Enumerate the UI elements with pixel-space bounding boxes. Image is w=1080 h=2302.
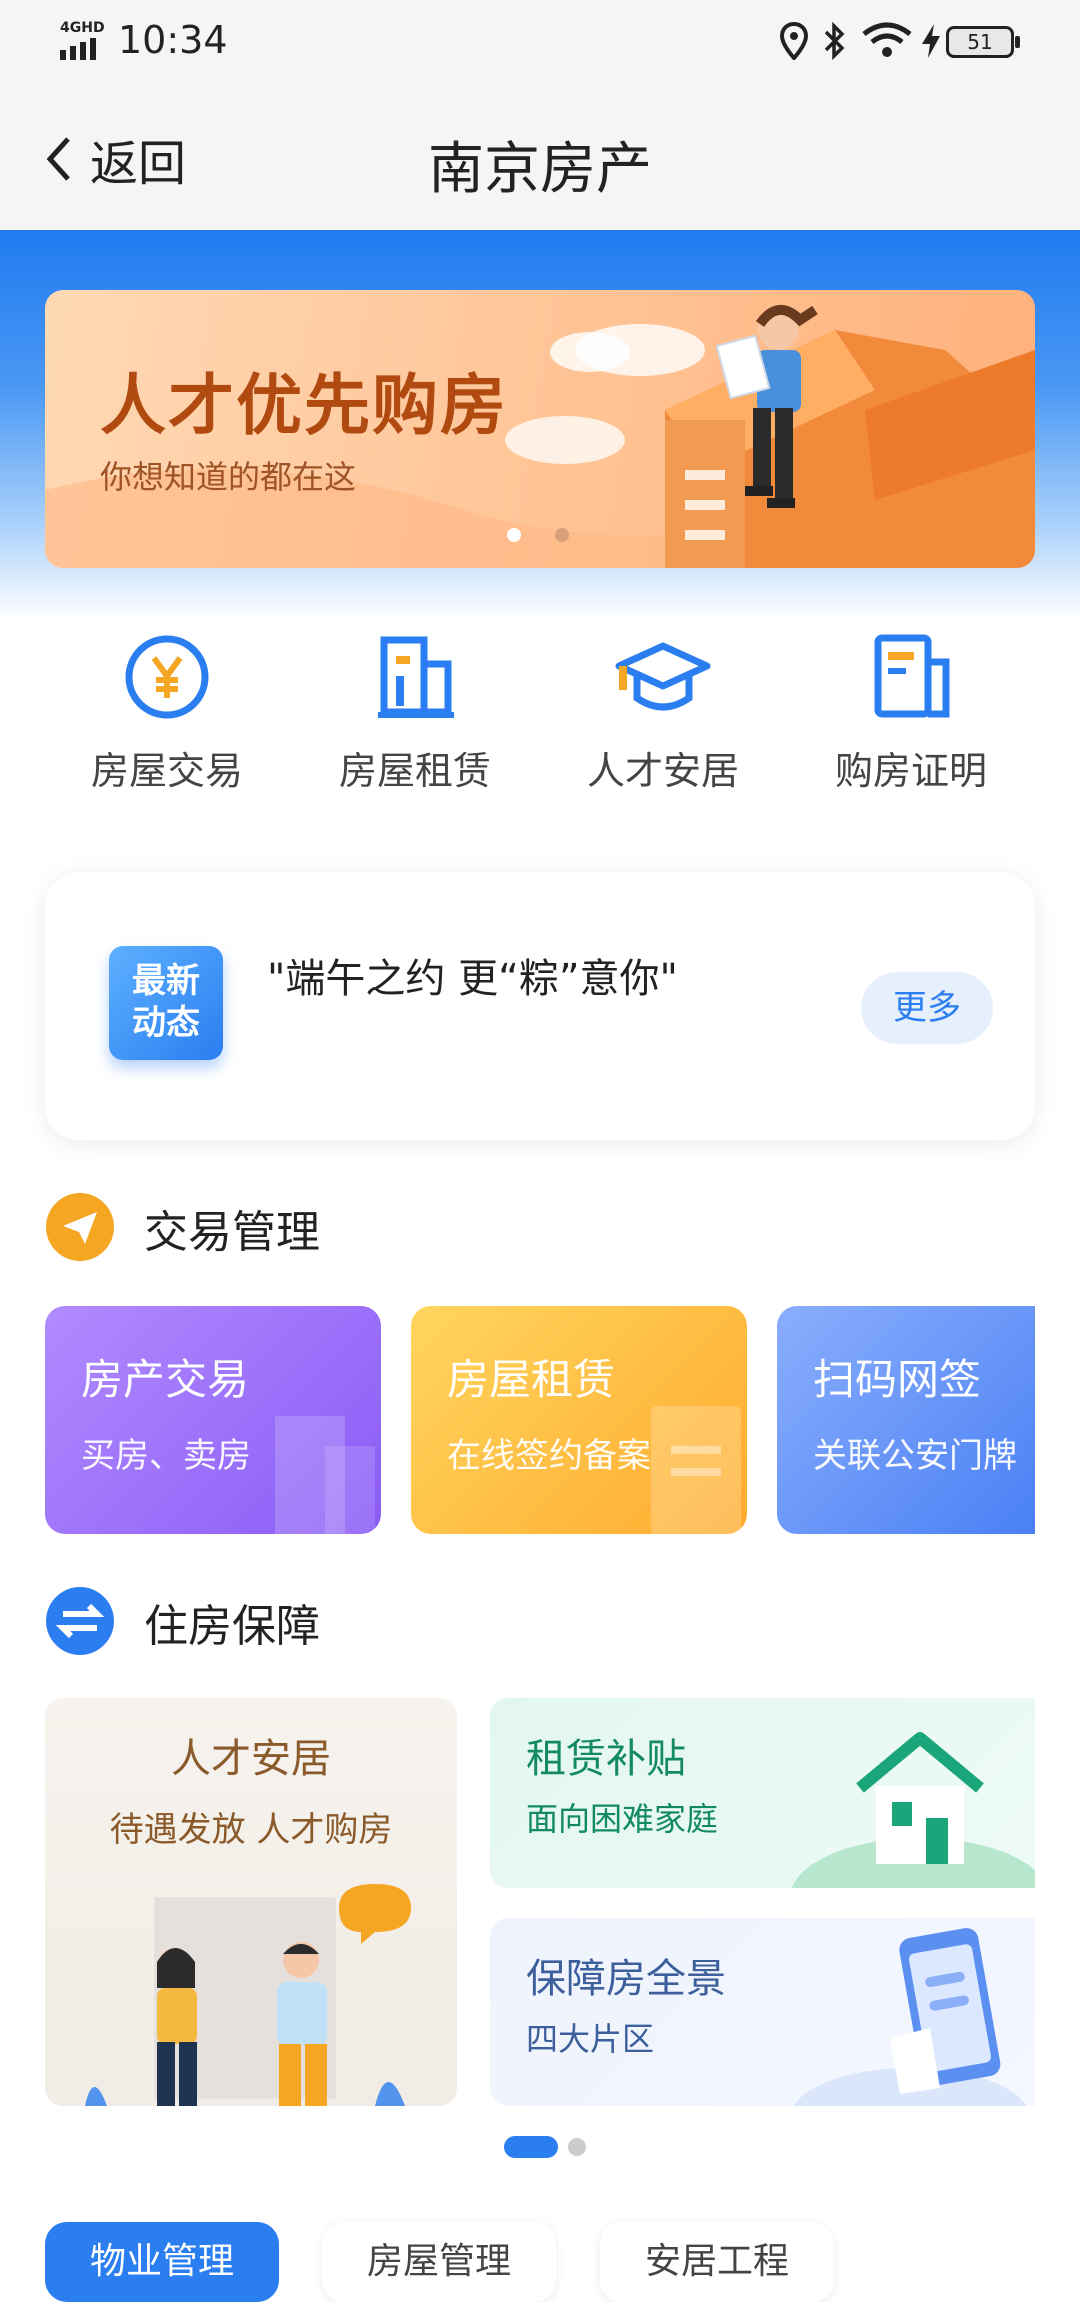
pager-dot-active[interactable] — [504, 2136, 558, 2158]
housing-panorama-card[interactable]: 保障房全景 四大片区 — [490, 1918, 1035, 2106]
clock: 10:34 — [118, 18, 228, 62]
card-title: 租赁补贴 — [526, 1736, 686, 1782]
building-icon — [378, 636, 454, 718]
carousel-dot-active[interactable] — [507, 528, 521, 542]
banner-title: 人才优先购房 — [100, 367, 508, 444]
quick-link-label: 房屋租赁 — [338, 749, 491, 793]
trade-section-title: 交易管理 — [144, 1207, 320, 1258]
battery-icon: 51 — [946, 26, 1014, 58]
phone-list-icon — [793, 1928, 1027, 2106]
navigation-bar: 返回 南京房产 — [0, 82, 1080, 230]
back-button[interactable]: 返回 — [44, 124, 186, 194]
tab-housing-management[interactable]: 房屋管理 — [322, 2222, 556, 2302]
news-card[interactable]: 最新 动态 "端午之约 更“粽”意你" 更多 — [45, 872, 1035, 1140]
card-subtitle: 关联公安门牌 — [813, 1436, 1017, 1476]
quick-link-label: 购房证明 — [834, 749, 987, 793]
talent-housing-card[interactable]: 人才安居 待遇发放 人才购房 — [45, 1698, 457, 2106]
quick-link-certificate[interactable]: 购房证明 — [786, 632, 1036, 795]
paper-plane-icon — [46, 1193, 114, 1261]
back-label: 返回 — [90, 136, 187, 192]
quick-link-rental[interactable]: 房屋租赁 — [290, 632, 540, 795]
tab-property-management[interactable]: 物业管理 — [45, 2222, 279, 2302]
card-title: 房产交易 — [81, 1355, 250, 1404]
signal-icon — [60, 38, 104, 60]
graduation-cap-icon — [615, 642, 711, 711]
card-title: 人才安居 — [171, 1736, 331, 1782]
location-icon — [779, 21, 809, 64]
bluetooth-icon — [822, 21, 846, 64]
wifi-icon — [862, 22, 912, 62]
card-subtitle: 四大片区 — [526, 2020, 655, 2058]
quick-link-label: 人才安居 — [586, 749, 739, 793]
quick-link-label: 房屋交易 — [90, 749, 243, 793]
pager-dot[interactable] — [568, 2138, 586, 2156]
trade-section-icon — [45, 1192, 115, 1266]
chevron-left-icon — [46, 137, 70, 181]
people-illustration — [85, 1884, 411, 2106]
network-indicator: 4GHD — [60, 20, 105, 36]
document-icon — [874, 634, 950, 718]
banner-subtitle: 你想知道的都在这 — [100, 458, 357, 496]
trade-card-scan-sign[interactable]: 扫码网签 关联公安门牌 — [777, 1306, 1035, 1534]
house-icon — [791, 1732, 1035, 1888]
housing-section-icon — [45, 1586, 115, 1660]
news-badge-line2: 动态 — [132, 1003, 200, 1043]
more-button[interactable]: 更多 — [861, 972, 993, 1044]
housing-section-title: 住房保障 — [144, 1601, 320, 1652]
quick-link-talent[interactable]: 人才安居 — [538, 632, 788, 795]
news-badge: 最新 动态 — [109, 946, 223, 1060]
card-title: 房屋租赁 — [447, 1355, 616, 1404]
battery-tip — [1015, 36, 1020, 48]
card-title: 保障房全景 — [526, 1956, 726, 2002]
yen-coin-icon — [125, 635, 209, 719]
trade-card-rental[interactable]: 房屋租赁 在线签约备案 — [411, 1306, 747, 1534]
card-subtitle: 买房、卖房 — [81, 1436, 251, 1476]
card-subtitle: 面向困难家庭 — [526, 1800, 719, 1838]
quick-link-trade[interactable]: 房屋交易 — [42, 632, 292, 795]
news-badge-line1: 最新 — [132, 961, 200, 1001]
rent-subsidy-card[interactable]: 租赁补贴 面向困难家庭 — [490, 1698, 1035, 1888]
news-headline[interactable]: "端午之约 更“粽”意你" — [267, 946, 678, 1004]
promo-banner[interactable]: 人才优先购房 你想知道的都在这 — [45, 290, 1035, 568]
card-title: 扫码网签 — [813, 1355, 982, 1404]
exchange-icon — [46, 1587, 114, 1655]
trade-card-property[interactable]: 房产交易 买房、卖房 — [45, 1306, 381, 1534]
carousel-dot[interactable] — [555, 528, 569, 542]
card-subtitle: 在线签约备案 — [447, 1436, 651, 1476]
status-bar: 4GHD 10:34 51 — [0, 0, 1080, 82]
tab-settlement-project[interactable]: 安居工程 — [600, 2222, 834, 2302]
building-illustration-icon — [275, 1416, 375, 1534]
charging-icon — [920, 24, 942, 62]
card-subtitle: 待遇发放 人才购房 — [109, 1810, 393, 1850]
